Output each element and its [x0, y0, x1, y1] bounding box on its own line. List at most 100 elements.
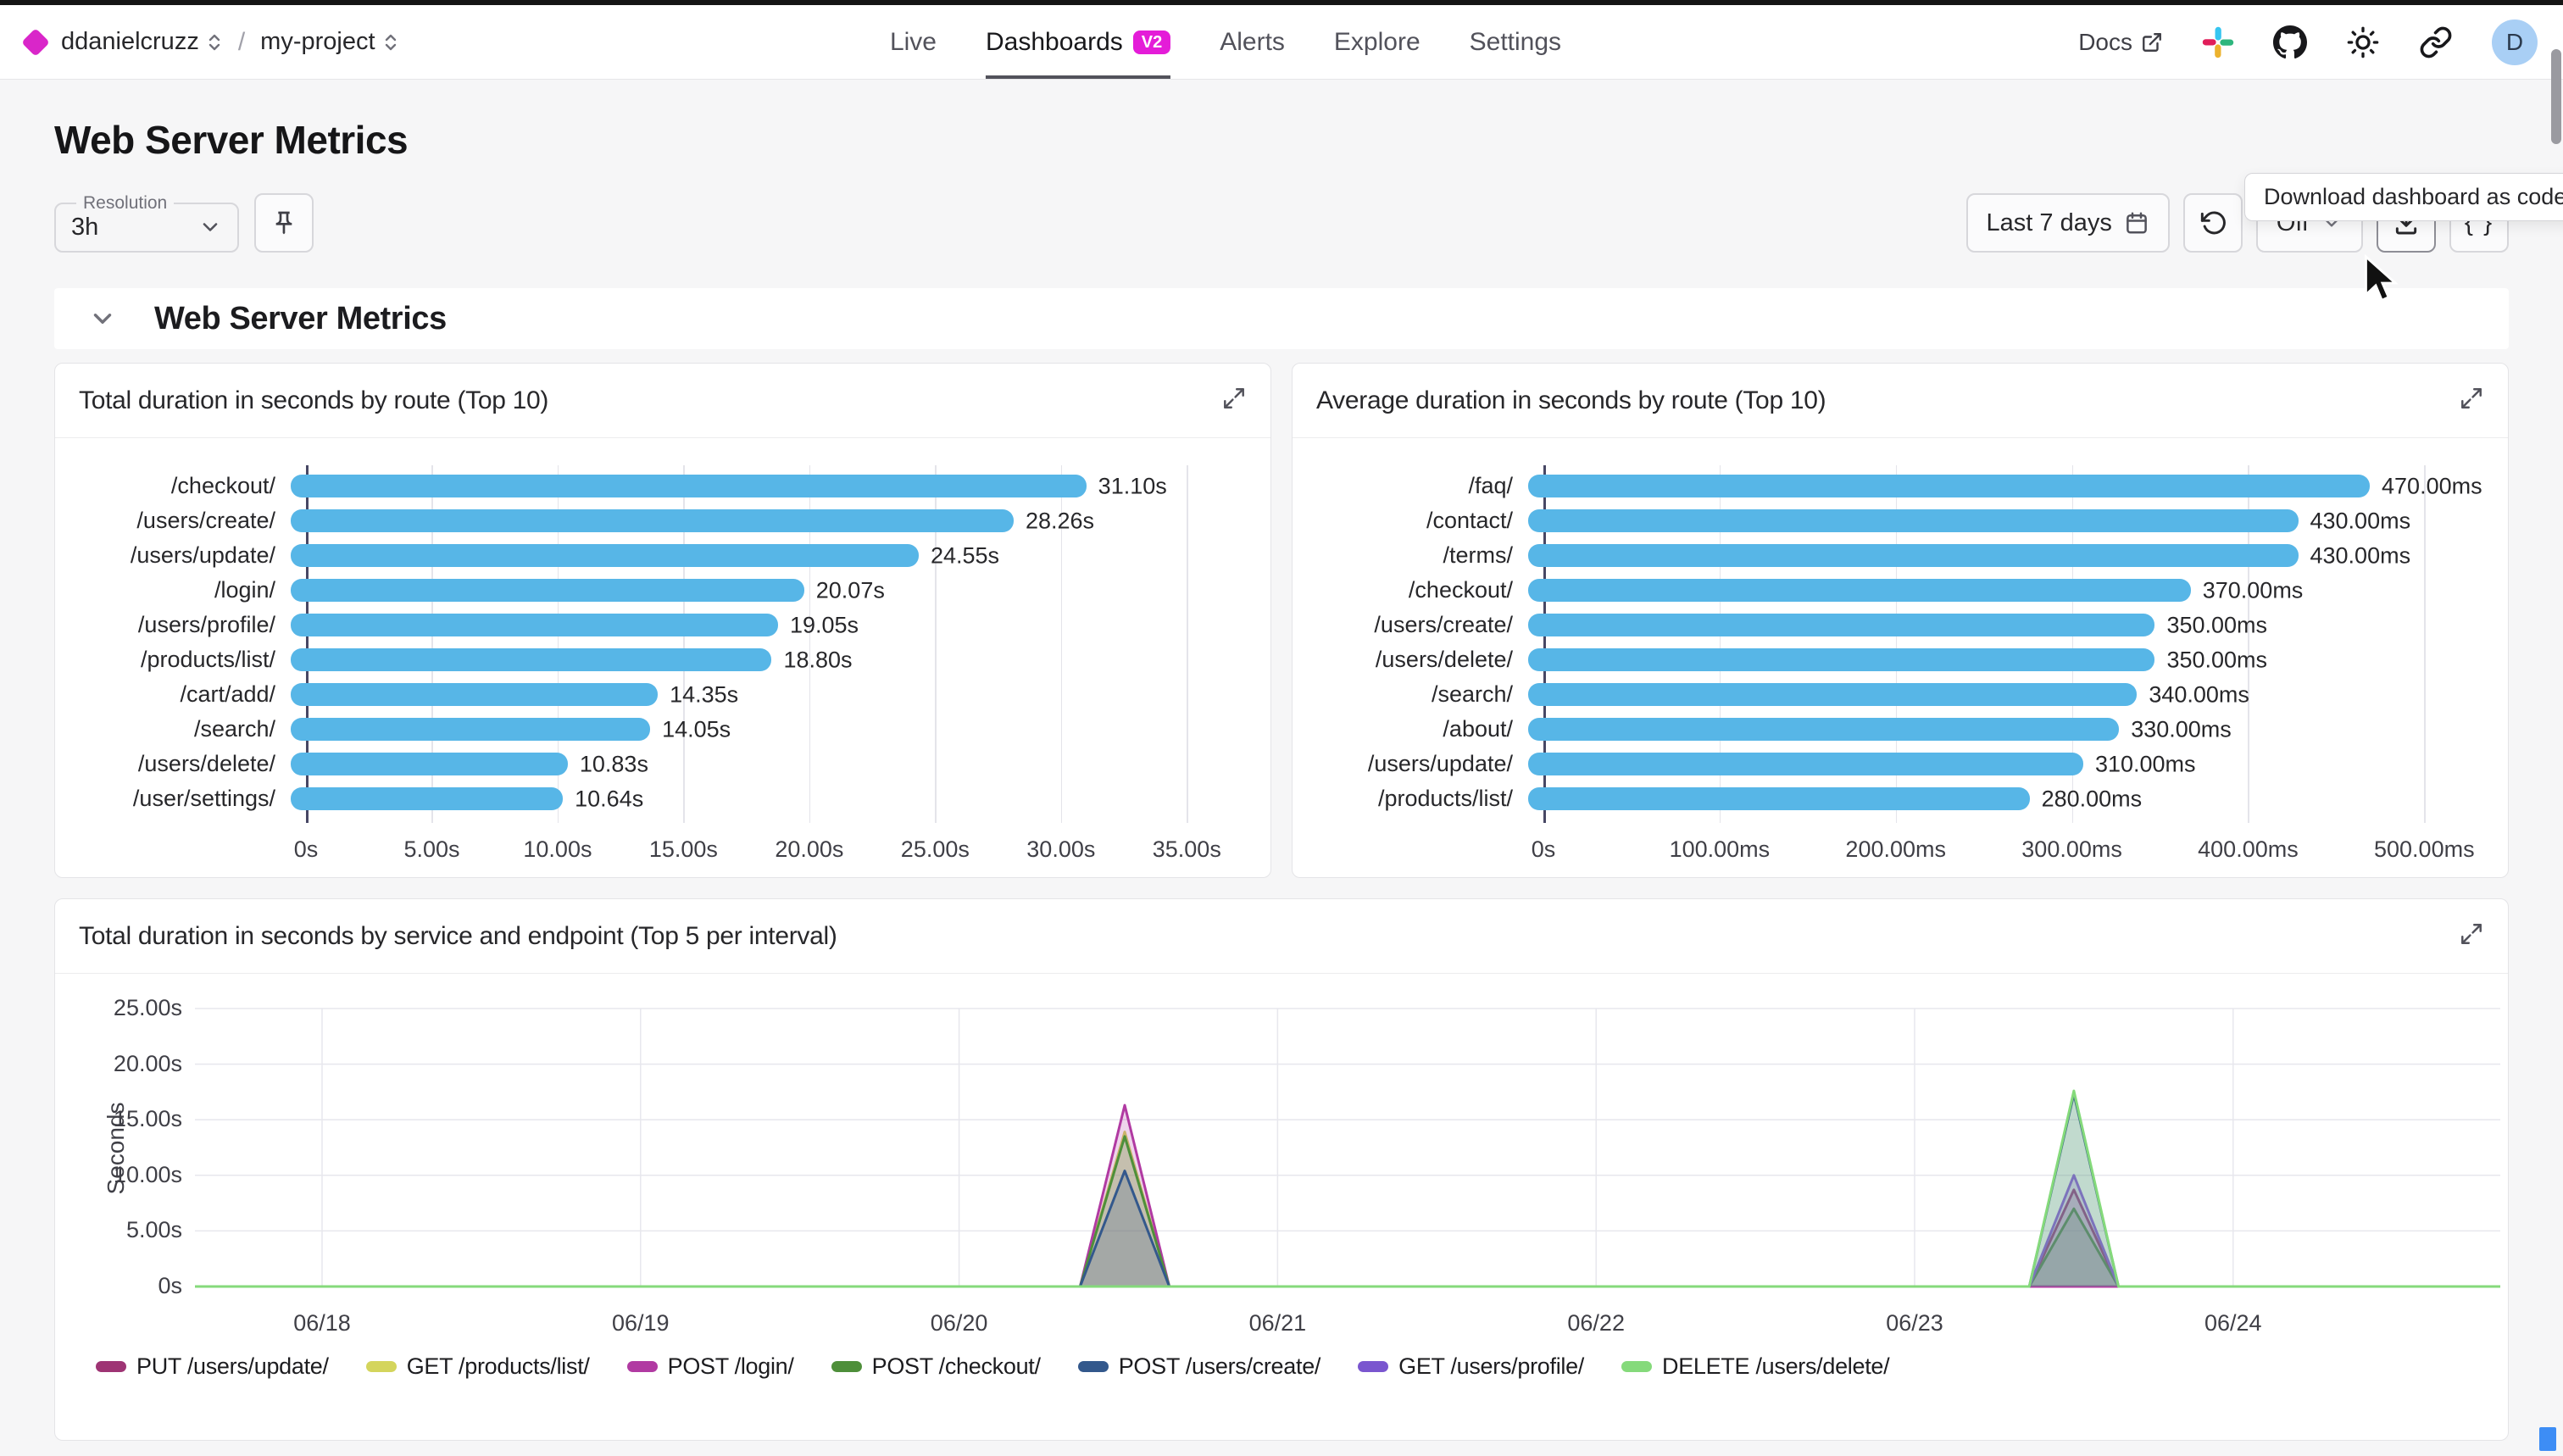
series-line	[195, 1136, 2500, 1287]
slack-icon[interactable]	[2202, 26, 2234, 58]
bar[interactable]	[291, 579, 804, 602]
bar-value-label: 10.83s	[580, 751, 648, 777]
area-chart-plot[interactable]	[195, 1003, 2500, 1295]
calendar-icon	[2124, 210, 2149, 236]
x-tick-label: 06/21	[1249, 1310, 1307, 1337]
panel-total-duration-by-route: Total duration in seconds by route (Top …	[54, 363, 1271, 878]
bar-category-label: /checkout/	[1316, 577, 1528, 603]
bar[interactable]	[1528, 787, 2030, 810]
panel-title: Total duration in seconds by service and…	[79, 922, 837, 951]
bar-category-label: /contact/	[1316, 508, 1528, 534]
external-link-icon	[2141, 31, 2163, 53]
bar[interactable]	[1528, 614, 2154, 636]
bar-value-label: 330.00ms	[2131, 716, 2232, 742]
resolution-select[interactable]: Resolution 3h	[54, 193, 239, 253]
bar[interactable]	[1528, 544, 2299, 567]
bar-value-label: 14.35s	[670, 681, 738, 708]
tab-dashboards[interactable]: Dashboards V2	[986, 5, 1170, 79]
x-tick-label: 5.00s	[403, 836, 459, 863]
bar-row: /about/330.00ms	[1316, 712, 2471, 747]
nav-tabs: Live Dashboards V2 Alerts Explore Settin…	[890, 5, 1561, 79]
bar-value-label: 10.64s	[575, 786, 643, 812]
x-tick-label: 400.00ms	[2198, 836, 2299, 863]
bar[interactable]	[291, 544, 919, 567]
refresh-button[interactable]	[2183, 193, 2243, 253]
time-range-value: Last 7 days	[1987, 209, 2112, 237]
bar-category-label: /users/delete/	[79, 751, 291, 777]
bar-value-label: 280.00ms	[2042, 786, 2143, 812]
user-avatar[interactable]: D	[2492, 19, 2538, 65]
bar[interactable]	[291, 614, 778, 636]
tab-live[interactable]: Live	[890, 5, 937, 79]
legend-item[interactable]: POST /users/create/	[1078, 1353, 1320, 1380]
bar[interactable]	[1528, 718, 2119, 741]
time-range-button[interactable]: Last 7 days	[1966, 193, 2170, 253]
bar[interactable]	[291, 509, 1014, 532]
bar[interactable]	[291, 648, 771, 671]
x-tick-label: 10.00s	[523, 836, 592, 863]
legend-item[interactable]: POST /login/	[627, 1353, 794, 1380]
section-header[interactable]: Web Server Metrics	[54, 288, 2509, 349]
mouse-cursor	[2363, 254, 2402, 308]
chevron-down-icon	[198, 215, 222, 239]
expand-icon[interactable]	[2459, 386, 2484, 415]
tab-settings[interactable]: Settings	[1470, 5, 1561, 79]
legend-item[interactable]: POST /checkout/	[831, 1353, 1041, 1380]
bar[interactable]	[1528, 753, 2083, 775]
tab-alerts[interactable]: Alerts	[1220, 5, 1285, 79]
bar-value-label: 14.05s	[662, 716, 731, 742]
bar-value-label: 430.00ms	[2310, 508, 2411, 534]
bar-category-label: /users/create/	[79, 508, 291, 534]
bar[interactable]	[291, 683, 658, 706]
x-axis: 0s5.00s10.00s15.00s20.00s25.00s30.00s35.…	[306, 816, 1233, 869]
bar[interactable]	[291, 753, 568, 775]
bar-row: /login/20.07s	[79, 573, 1233, 608]
bar-value-label: 430.00ms	[2310, 542, 2411, 569]
chevron-updown-icon	[382, 32, 399, 53]
x-tick-label: 06/19	[612, 1310, 670, 1337]
bar-category-label: /cart/add/	[79, 681, 291, 708]
bar[interactable]	[291, 475, 1087, 497]
nav-actions: Docs D	[2078, 19, 2538, 65]
bar-row: /checkout/370.00ms	[1316, 573, 2471, 608]
x-tick-label: 0s	[294, 836, 319, 863]
area-fill	[195, 1105, 2500, 1287]
x-tick-label: 200.00ms	[1845, 836, 1946, 863]
legend-item[interactable]: GET /users/profile/	[1358, 1353, 1584, 1380]
legend-item[interactable]: DELETE /users/delete/	[1621, 1353, 1889, 1380]
share-link-icon[interactable]	[2419, 25, 2453, 59]
pin-resolution-button[interactable]	[254, 193, 314, 253]
bar[interactable]	[1528, 683, 2137, 706]
bar[interactable]	[291, 787, 563, 810]
bar[interactable]	[1528, 579, 2191, 602]
scrollbar-thumb[interactable]	[2551, 49, 2561, 144]
chevron-down-icon[interactable]	[88, 304, 117, 333]
legend-label: GET /products/list/	[407, 1353, 590, 1380]
expand-icon[interactable]	[1221, 386, 1247, 415]
project-switcher[interactable]: my-project	[260, 28, 398, 56]
github-icon[interactable]	[2273, 25, 2307, 59]
bar-row: /users/delete/350.00ms	[1316, 642, 2471, 677]
x-axis: 0s100.00ms200.00ms300.00ms400.00ms500.00…	[1543, 816, 2471, 869]
bar-category-label: /users/delete/	[1316, 647, 1528, 673]
bar-category-label: /users/update/	[79, 542, 291, 569]
legend-item[interactable]: PUT /users/update/	[96, 1353, 329, 1380]
charts-row: Total duration in seconds by route (Top …	[54, 363, 2509, 878]
org-name: ddanielcruzz	[61, 28, 199, 56]
bar-row: /users/delete/10.83s	[79, 747, 1233, 781]
legend-swatch-icon	[1358, 1361, 1388, 1372]
bar-category-label: /users/update/	[1316, 751, 1528, 777]
bar[interactable]	[1528, 648, 2154, 671]
bar-row: /products/list/280.00ms	[1316, 781, 2471, 816]
theme-sun-icon[interactable]	[2346, 25, 2380, 59]
legend-item[interactable]: GET /products/list/	[366, 1353, 590, 1380]
bar[interactable]	[1528, 475, 2370, 497]
bar[interactable]	[1528, 509, 2299, 532]
x-tick-label: 300.00ms	[2021, 836, 2122, 863]
org-switcher[interactable]: ddanielcruzz	[61, 28, 223, 56]
tab-explore[interactable]: Explore	[1334, 5, 1420, 79]
legend-swatch-icon	[627, 1361, 658, 1372]
docs-link[interactable]: Docs	[2078, 29, 2163, 56]
bar[interactable]	[291, 718, 650, 741]
expand-icon[interactable]	[2459, 921, 2484, 951]
